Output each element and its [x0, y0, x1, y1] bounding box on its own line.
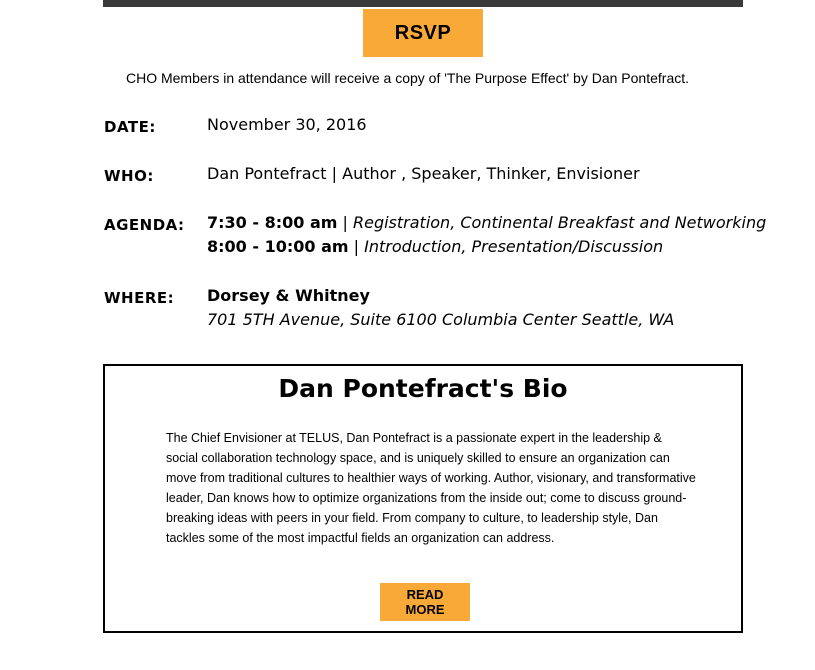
agenda-label: AGENDA: — [104, 216, 185, 234]
bio-box: Dan Pontefract's Bio The Chief Envisione… — [103, 364, 743, 633]
agenda-item: 8:00 - 10:00 am | Introduction, Presenta… — [207, 235, 663, 259]
date-label: DATE: — [104, 118, 156, 136]
who-label: WHO: — [104, 167, 154, 185]
bio-title: Dan Pontefract's Bio — [278, 374, 568, 403]
agenda-time: 8:00 - 10:00 am — [207, 237, 349, 256]
agenda-separator: | — [337, 213, 353, 232]
venue-name-text: Dorsey & Whitney — [207, 286, 370, 305]
agenda-time: 7:30 - 8:00 am — [207, 213, 338, 232]
where-label: WHERE: — [104, 289, 175, 307]
attendance-note: CHO Members in attendance will receive a… — [125, 70, 690, 86]
agenda-item: 7:30 - 8:00 am | Registration, Continent… — [207, 211, 766, 235]
date-value: November 30, 2016 — [207, 115, 367, 134]
bio-text: The Chief Envisioner at TELUS, Dan Ponte… — [166, 431, 696, 545]
who-value: Dan Pontefract | Author , Speaker, Think… — [207, 164, 640, 183]
agenda-separator: | — [348, 237, 365, 256]
rsvp-button[interactable]: RSVP — [363, 9, 483, 57]
agenda-description: Registration, Continental Breakfast and … — [352, 213, 767, 232]
venue-address: 701 5TH Avenue, Suite 6100 Columbia Cent… — [207, 308, 674, 332]
read-more-button[interactable]: READ MORE — [380, 583, 470, 621]
agenda-description: Introduction, Presentation/Discussion — [364, 237, 664, 256]
hero-image-bottom-edge — [103, 0, 743, 7]
venue-name: Dorsey & Whitney — [207, 284, 370, 308]
venue-address-text: 701 5TH Avenue, Suite 6100 Columbia Cent… — [207, 310, 675, 329]
